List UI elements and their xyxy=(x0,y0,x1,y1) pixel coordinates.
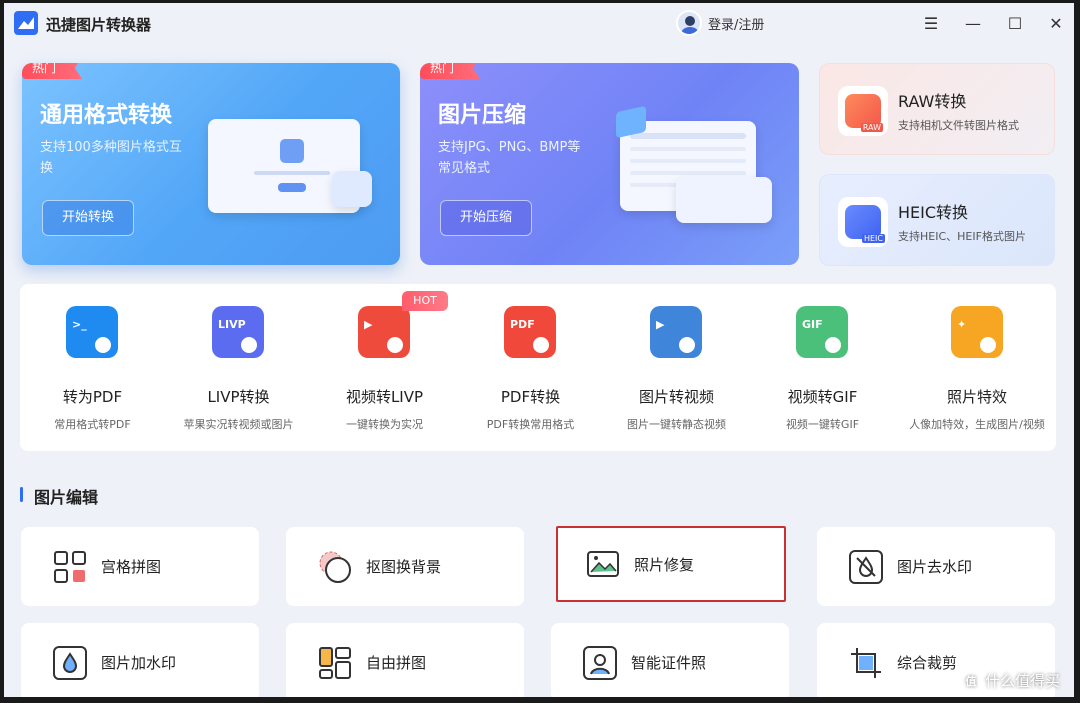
tool-name: 转为PDF xyxy=(62,388,123,406)
heic-desc: 支持HEIC、HEIF格式图片 xyxy=(898,230,1026,243)
edit-label: 综合裁剪 xyxy=(897,654,958,672)
image-to-video-icon: ▶ xyxy=(650,306,702,358)
app-title: 迅捷图片转换器 xyxy=(46,16,152,34)
hero-compress[interactable]: 热门 图片压缩 支持JPG、PNG、BMP等常见格式 开始压缩 xyxy=(420,63,799,265)
tool-desc: 视频一键转GIF xyxy=(785,418,860,431)
app-logo-icon xyxy=(14,11,38,35)
raw-title: RAW转换 xyxy=(898,92,967,111)
hot-badge: 热门 xyxy=(22,63,83,79)
hero-desc: 支持100多种图片格式互换 xyxy=(40,140,182,176)
tool-desc: 苹果实况转视频或图片 xyxy=(183,418,294,431)
tool-name: 图片转视频 xyxy=(638,388,714,406)
edit-add-watermark[interactable]: 图片加水印 xyxy=(21,623,259,697)
avatar-icon xyxy=(676,10,702,36)
video-to-gif-icon: GIF xyxy=(796,306,848,358)
tool-name: 视频转LIVP xyxy=(345,388,424,406)
login-label: 登录/注册 xyxy=(708,17,765,33)
livp-icon: LIVP xyxy=(212,306,264,358)
section-accent-bar xyxy=(20,487,23,502)
tool-desc: PDF转换常用格式 xyxy=(486,418,575,431)
raw-camera-icon: RAW xyxy=(838,86,888,136)
crop-icon xyxy=(849,646,883,680)
site-watermark: 值 什么值得买 xyxy=(960,670,1060,691)
edit-label: 照片修复 xyxy=(634,555,695,574)
grid-collage-icon xyxy=(53,550,87,584)
add-watermark-icon xyxy=(53,645,87,680)
tool-image-to-video[interactable]: ▶ 图片转视频 图片一键转静态视频 xyxy=(604,284,749,451)
hero-title: 图片压缩 xyxy=(438,103,527,128)
tool-pdf-convert[interactable]: PDF PDF转换 PDF转换常用格式 xyxy=(458,284,603,451)
edit-grid-collage[interactable]: 宫格拼图 xyxy=(21,527,259,606)
tool-video-to-gif[interactable]: GIF 视频转GIF 视频一键转GIF xyxy=(750,284,895,451)
tool-name: PDF转换 xyxy=(500,388,561,406)
edit-label: 自由拼图 xyxy=(366,654,427,672)
tool-to-pdf[interactable]: >_ 转为PDF 常用格式转PDF xyxy=(20,284,165,451)
hero-format-convert[interactable]: 热门 通用格式转换 支持100多种图片格式互换 开始转换 xyxy=(22,63,400,265)
close-icon[interactable]: ✕ xyxy=(1044,11,1068,35)
edit-remove-watermark[interactable]: 图片去水印 xyxy=(817,527,1055,606)
free-collage-icon xyxy=(318,646,352,680)
maximize-icon[interactable]: ☐ xyxy=(1003,11,1027,35)
edit-photo-repair[interactable]: 照片修复 xyxy=(556,526,786,602)
edit-label: 抠图换背景 xyxy=(366,558,442,576)
edit-label: 图片加水印 xyxy=(101,654,177,672)
hero-title: 通用格式转换 xyxy=(40,103,173,128)
heic-convert-card[interactable]: HEIC HEIC转换 支持HEIC、HEIF格式图片 xyxy=(819,174,1055,266)
video-to-livp-icon: ▶ xyxy=(358,306,410,358)
menu-icon[interactable]: ☰ xyxy=(919,11,943,35)
pdf-convert-icon: PDF xyxy=(504,306,556,358)
edit-label: 智能证件照 xyxy=(631,654,707,672)
tool-name: 照片特效 xyxy=(946,388,1007,406)
tool-desc: 人像加特效，生成图片/视频 xyxy=(909,418,1045,431)
person-illustration xyxy=(332,171,372,207)
edit-free-collage[interactable]: 自由拼图 xyxy=(286,623,524,697)
photo-effect-icon: ✦ xyxy=(951,306,1003,358)
raw-desc: 支持相机文件转图片格式 xyxy=(898,119,1019,132)
edit-cutout-background[interactable]: 抠图换背景 xyxy=(286,527,524,606)
hero-desc: 支持JPG、PNG、BMP等常见格式 xyxy=(438,140,581,176)
remove-watermark-icon xyxy=(849,549,883,584)
id-photo-icon xyxy=(583,645,617,680)
edit-label: 图片去水印 xyxy=(897,558,973,576)
tool-name: LIVP转换 xyxy=(207,388,270,406)
hot-label: HOT xyxy=(402,291,448,311)
tools-panel: >_ 转为PDF 常用格式转PDF LIVP LIVP转换 苹果实况转视频或图片… xyxy=(20,284,1056,451)
start-convert-button[interactable]: 开始转换 xyxy=(42,200,134,236)
heic-title: HEIC转换 xyxy=(898,203,969,222)
cutout-background-icon xyxy=(318,550,352,584)
tool-desc: 一键转换为实况 xyxy=(346,418,423,431)
edit-id-photo[interactable]: 智能证件照 xyxy=(551,623,789,697)
tool-photo-effect[interactable]: ✦ 照片特效 人像加特效，生成图片/视频 xyxy=(898,284,1056,451)
title-bar: 迅捷图片转换器 登录/注册 ☰ — ☐ ✕ xyxy=(4,3,1074,43)
raw-convert-card[interactable]: RAW RAW转换 支持相机文件转图片格式 xyxy=(819,63,1055,155)
watermark-logo-icon: 值 xyxy=(960,670,981,691)
login-button[interactable]: 登录/注册 xyxy=(676,10,764,36)
tool-livp[interactable]: LIVP LIVP转换 苹果实况转视频或图片 xyxy=(166,284,311,451)
watermark-text: 什么值得买 xyxy=(984,672,1060,690)
tool-desc: 图片一键转静态视频 xyxy=(627,418,726,431)
hot-badge: 热门 xyxy=(420,63,481,79)
heic-image-icon: HEIC xyxy=(838,197,888,247)
to-pdf-icon: >_ xyxy=(66,306,118,358)
minimize-icon[interactable]: — xyxy=(961,11,985,35)
compress-thumbs xyxy=(676,177,772,223)
section-title: 图片编辑 xyxy=(34,488,99,507)
photo-repair-icon xyxy=(586,547,620,581)
edit-label: 宫格拼图 xyxy=(101,558,162,576)
tool-name: 视频转GIF xyxy=(787,388,858,406)
app-window: 迅捷图片转换器 登录/注册 ☰ — ☐ ✕ 热门 通用格式转换 支持100多种图… xyxy=(4,3,1074,697)
tool-desc: 常用格式转PDF xyxy=(54,418,131,431)
start-compress-button[interactable]: 开始压缩 xyxy=(440,200,532,236)
